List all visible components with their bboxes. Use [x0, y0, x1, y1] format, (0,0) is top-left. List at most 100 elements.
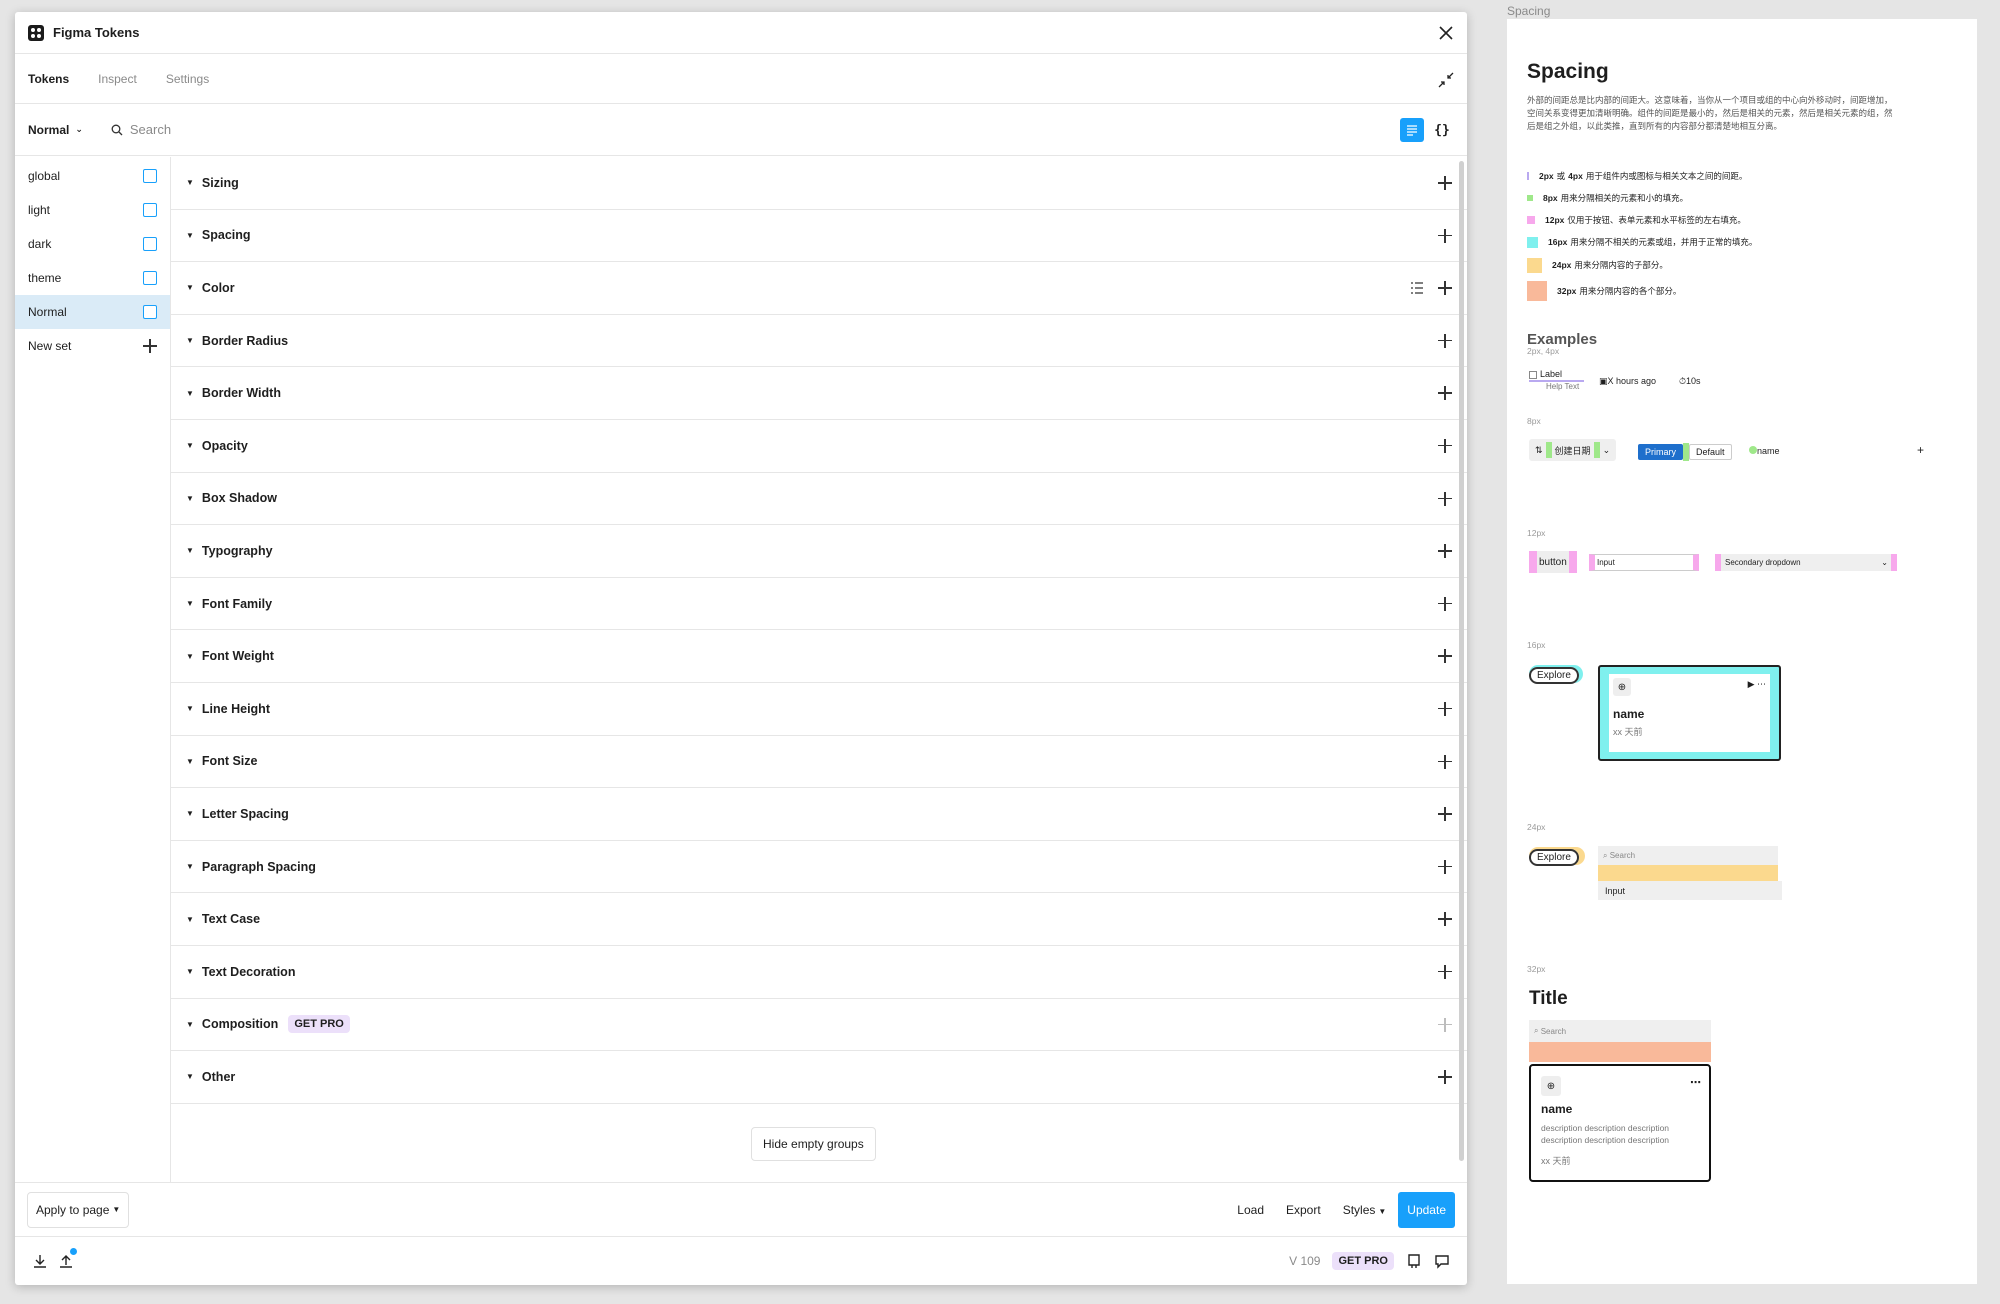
card-time: xx 天前: [1541, 1156, 1571, 1166]
group-opacity[interactable]: ▼ Opacity: [171, 420, 1467, 473]
add-token-plus-icon[interactable]: [1438, 438, 1452, 453]
group-sizing[interactable]: ▼ Sizing: [171, 157, 1467, 210]
example-label: 16px: [1527, 640, 1546, 650]
close-icon[interactable]: [1437, 24, 1455, 42]
feedback-chat-icon[interactable]: [1434, 1253, 1450, 1269]
add-token-plus-icon[interactable]: [1438, 176, 1452, 190]
add-token-plus-icon[interactable]: [1438, 333, 1452, 348]
sort-icon: ⇅: [1535, 444, 1543, 455]
docs-book-icon[interactable]: [1406, 1253, 1422, 1269]
export-button[interactable]: Export: [1286, 1203, 1321, 1217]
default-button-sample: Default: [1689, 444, 1732, 460]
frame-label[interactable]: Spacing: [1507, 4, 1550, 18]
add-token-plus-icon[interactable]: [1438, 912, 1452, 927]
caret-down-icon: ▼: [186, 756, 194, 766]
timer-text: 10s: [1686, 376, 1701, 386]
spacing-marker: [1545, 442, 1552, 458]
upload-button[interactable]: [58, 1248, 77, 1269]
set-checkbox[interactable]: [143, 203, 157, 217]
set-item-global[interactable]: global: [15, 159, 170, 193]
set-checkbox[interactable]: [143, 271, 157, 285]
tab-settings[interactable]: Settings: [166, 72, 209, 86]
download-icon[interactable]: [32, 1253, 48, 1269]
set-item-light[interactable]: light: [15, 193, 170, 227]
group-font-family[interactable]: ▼ Font Family: [171, 578, 1467, 631]
group-text-case[interactable]: ▼ Text Case: [171, 893, 1467, 946]
caret-down-icon: ▼: [186, 862, 194, 872]
token-toolbar: Normal ⌄ Search {}: [15, 104, 1467, 156]
load-button[interactable]: Load: [1237, 1203, 1264, 1217]
styles-dropdown[interactable]: Styles ▼: [1343, 1203, 1387, 1217]
group-box-shadow[interactable]: ▼ Box Shadow: [171, 473, 1467, 526]
group-spacing[interactable]: ▼ Spacing: [171, 210, 1467, 263]
plus-icon[interactable]: [143, 339, 157, 353]
example-label: 2px, 4px: [1527, 346, 1560, 356]
json-view-button[interactable]: {}: [1430, 118, 1454, 142]
list-view-icon: [1407, 125, 1417, 136]
group-font-weight[interactable]: ▼ Font Weight: [171, 630, 1467, 683]
list-view-button[interactable]: [1400, 118, 1424, 142]
add-token-plus-icon[interactable]: [1438, 228, 1452, 243]
group-letter-spacing[interactable]: ▼ Letter Spacing: [171, 788, 1467, 841]
caret-down-icon: ▼: [186, 1072, 194, 1082]
group-text-decoration[interactable]: ▼ Text Decoration: [171, 946, 1467, 999]
theme-mode-select[interactable]: Normal ⌄: [28, 123, 83, 137]
set-checkbox[interactable]: [143, 305, 157, 319]
add-token-plus-icon[interactable]: [1438, 964, 1452, 979]
group-composition[interactable]: ▼ Composition GET PRO: [171, 999, 1467, 1052]
legend-size2: 4px: [1568, 171, 1583, 181]
add-token-plus-icon[interactable]: [1438, 386, 1452, 401]
get-pro-badge[interactable]: GET PRO: [288, 1015, 350, 1034]
group-font-size[interactable]: ▼ Font Size: [171, 736, 1467, 789]
add-token-plus-icon[interactable]: [1438, 807, 1452, 822]
add-token-plus-icon[interactable]: [1438, 281, 1452, 296]
group-other[interactable]: ▼ Other: [171, 1051, 1467, 1104]
add-token-plus-icon[interactable]: [1438, 859, 1452, 874]
tab-bar: Tokens Inspect Settings: [15, 54, 1467, 104]
add-token-plus-icon[interactable]: [1438, 544, 1452, 559]
add-token-plus-icon[interactable]: [1438, 701, 1452, 716]
set-item-normal[interactable]: Normal: [15, 295, 170, 329]
legend-size: 2px: [1539, 171, 1554, 181]
add-token-plus-icon[interactable]: [1438, 649, 1452, 664]
collapse-icon[interactable]: [1437, 71, 1455, 89]
update-button[interactable]: Update: [1398, 1191, 1455, 1228]
version-label: V 109: [1289, 1254, 1321, 1268]
set-label: global: [28, 169, 61, 183]
group-line-height[interactable]: ▼ Line Height: [171, 683, 1467, 736]
get-pro-badge[interactable]: GET PRO: [1332, 1252, 1394, 1270]
time-example: ▣X hours ago: [1599, 376, 1656, 387]
date-label: 创建日期: [1554, 445, 1591, 456]
card-name: name: [1541, 1102, 1573, 1116]
search-field[interactable]: Search: [111, 122, 171, 137]
scrollbar[interactable]: [1459, 161, 1464, 1161]
tab-tokens[interactable]: Tokens: [28, 72, 69, 86]
checkbox-example: Label Help Text: [1529, 369, 1584, 391]
set-item-dark[interactable]: dark: [15, 227, 170, 261]
spacing-frame[interactable]: Spacing 外部的间距总是比内部的间距大。这意味着，当你从一个项目或组的中心…: [1507, 19, 1977, 1284]
card-description: description description description desc…: [1541, 1123, 1670, 1145]
dropdown-sample: Secondary dropdown ⌄: [1715, 554, 1897, 571]
group-border-width[interactable]: ▼ Border Width: [171, 367, 1467, 420]
group-border-radius[interactable]: ▼ Border Radius: [171, 315, 1467, 368]
group-color[interactable]: ▼ Color: [171, 262, 1467, 315]
add-token-plus-icon[interactable]: [1438, 1070, 1452, 1085]
set-checkbox[interactable]: [143, 169, 157, 183]
tab-inspect[interactable]: Inspect: [98, 72, 137, 86]
apply-to-page-select[interactable]: Apply to page ▼: [27, 1191, 130, 1228]
hide-empty-groups-button[interactable]: Hide empty groups: [751, 1127, 876, 1161]
add-token-plus-icon[interactable]: [1438, 754, 1452, 769]
group-paragraph-spacing[interactable]: ▼ Paragraph Spacing: [171, 841, 1467, 894]
set-label: Normal: [28, 305, 67, 319]
list-icon[interactable]: [1410, 281, 1424, 295]
legend-text: 用于组件内或图标与相关文本之间的间距。: [1585, 171, 1748, 181]
caret-down-icon: ▼: [186, 388, 194, 398]
play-more-icons: ▶ ⋯: [1747, 679, 1766, 689]
group-typography[interactable]: ▼ Typography: [171, 525, 1467, 578]
add-token-plus-icon[interactable]: [1438, 596, 1452, 611]
add-token-plus-icon[interactable]: [1438, 491, 1452, 506]
set-checkbox[interactable]: [143, 237, 157, 251]
new-set-button[interactable]: New set: [15, 329, 170, 363]
set-item-theme[interactable]: theme: [15, 261, 170, 295]
legend-size: 8px: [1543, 193, 1558, 203]
